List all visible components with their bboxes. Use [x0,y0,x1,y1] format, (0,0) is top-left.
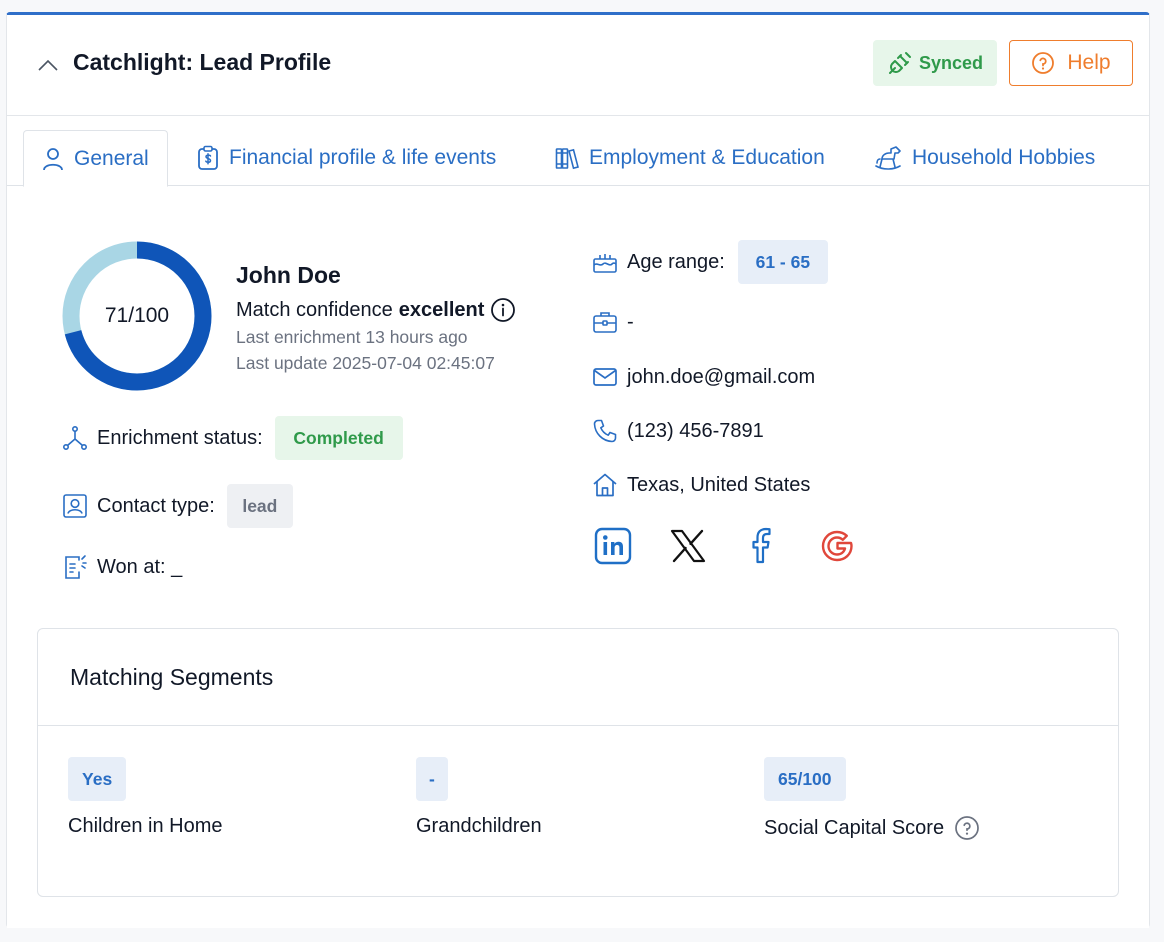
confidence-value: excellent [398,298,485,321]
age-range-label: Age range: [627,250,725,273]
tab-employment[interactable]: Employment & Education [537,130,843,186]
location-value: Texas, United States [627,473,811,496]
phone-row: (123) 456-7891 [591,417,764,445]
location-row: Texas, United States [591,471,810,499]
age-range-badge: 61 - 65 [737,240,828,284]
synced-label: Synced [918,52,984,73]
question-circle-icon [1032,52,1055,74]
segment-label-text: Children in Home [68,815,223,837]
user-icon [43,147,63,170]
profile-body: General Financial profile & life events [7,115,1149,928]
cake-icon [591,248,619,276]
info-icon[interactable] [490,297,516,323]
last-enrichment: Last enrichment 13 hours ago [236,327,468,347]
tab-label: Financial profile & life events [229,146,497,169]
synced-badge: Synced [873,40,997,86]
won-at-row: Won at: _ [61,553,182,581]
tab-label: General [74,146,149,170]
last-update: Last update 2025-07-04 02:45:07 [236,353,495,373]
tab-household[interactable]: Household Hobbies [856,130,1113,186]
tab-label: Household Hobbies [912,146,1096,169]
segment-label-text: Grandchildren [416,815,542,837]
linkedin-icon[interactable] [593,526,633,566]
won-at-label: Won at: _ [97,555,183,578]
phone-value[interactable]: (123) 456-7891 [627,420,764,443]
segments-title: Matching Segments [38,629,1118,726]
contact-card-icon [61,492,89,520]
email-row: john.doe@gmail.com [591,363,815,391]
chevron-up-icon [38,59,58,71]
x-icon[interactable] [668,526,708,566]
contact-type-badge: lead [226,484,293,528]
tab-bar: General Financial profile & life events [7,116,1149,187]
home-icon [591,471,619,499]
matching-segments-card: Matching Segments Yes Children in Home -… [37,628,1119,897]
panel-header: Catchlight: Lead Profile Synced Help [7,15,1149,115]
match-confidence: Match confidence excellent [236,297,516,323]
segment-social-capital-score: 65/100 Social Capital Score [764,757,980,841]
question-circle-icon[interactable] [954,815,980,841]
tab-financial[interactable]: Financial profile & life events [179,130,514,186]
help-label: Help [1067,51,1111,74]
envelope-icon [591,363,619,391]
segment-value: 65/100 [764,757,846,801]
rocking-horse-icon [875,146,901,170]
segment-label: Grandchildren [416,815,542,838]
clipboard-dollar-icon [198,145,218,170]
match-score-label: 71/100 [104,304,170,327]
job-value: - [627,310,634,333]
segment-value: Yes [68,757,127,801]
google-icon[interactable] [817,526,857,566]
page-title: Catchlight: Lead Profile [73,49,332,75]
enrichment-status-row: Enrichment status: Completed [61,416,403,460]
age-range-row: Age range: 61 - 65 [591,240,828,284]
segment-grandchildren: - Grandchildren [416,757,542,838]
segment-value: - [416,757,448,801]
document-icon [61,553,89,581]
network-icon [61,424,89,452]
segment-label-text: Social Capital Score [764,816,945,839]
segment-label: Children in Home [68,815,223,838]
segment-children-in-home: Yes Children in Home [68,757,223,838]
contact-type-row: Contact type: lead [61,484,293,528]
help-button[interactable]: Help [1009,40,1133,86]
segment-label: Social Capital Score [764,815,980,841]
phone-icon [591,417,619,445]
job-row: - [591,308,634,336]
facebook-icon[interactable] [743,526,783,566]
email-value[interactable]: john.doe@gmail.com [627,366,815,389]
briefcase-icon [591,308,619,336]
tab-general[interactable]: General [23,130,168,187]
lead-profile-panel: Catchlight: Lead Profile Synced Help Gen… [6,12,1150,928]
collapse-button[interactable] [37,57,59,73]
contact-type-label: Contact type: [97,494,215,517]
enrichment-status-badge: Completed [274,416,403,460]
person-name: John Doe [236,262,341,288]
confidence-prefix: Match confidence [236,298,393,321]
enrichment-status-label: Enrichment status: [97,426,263,449]
books-icon [555,148,579,170]
tab-label: Employment & Education [589,146,825,169]
plug-icon [888,52,911,74]
